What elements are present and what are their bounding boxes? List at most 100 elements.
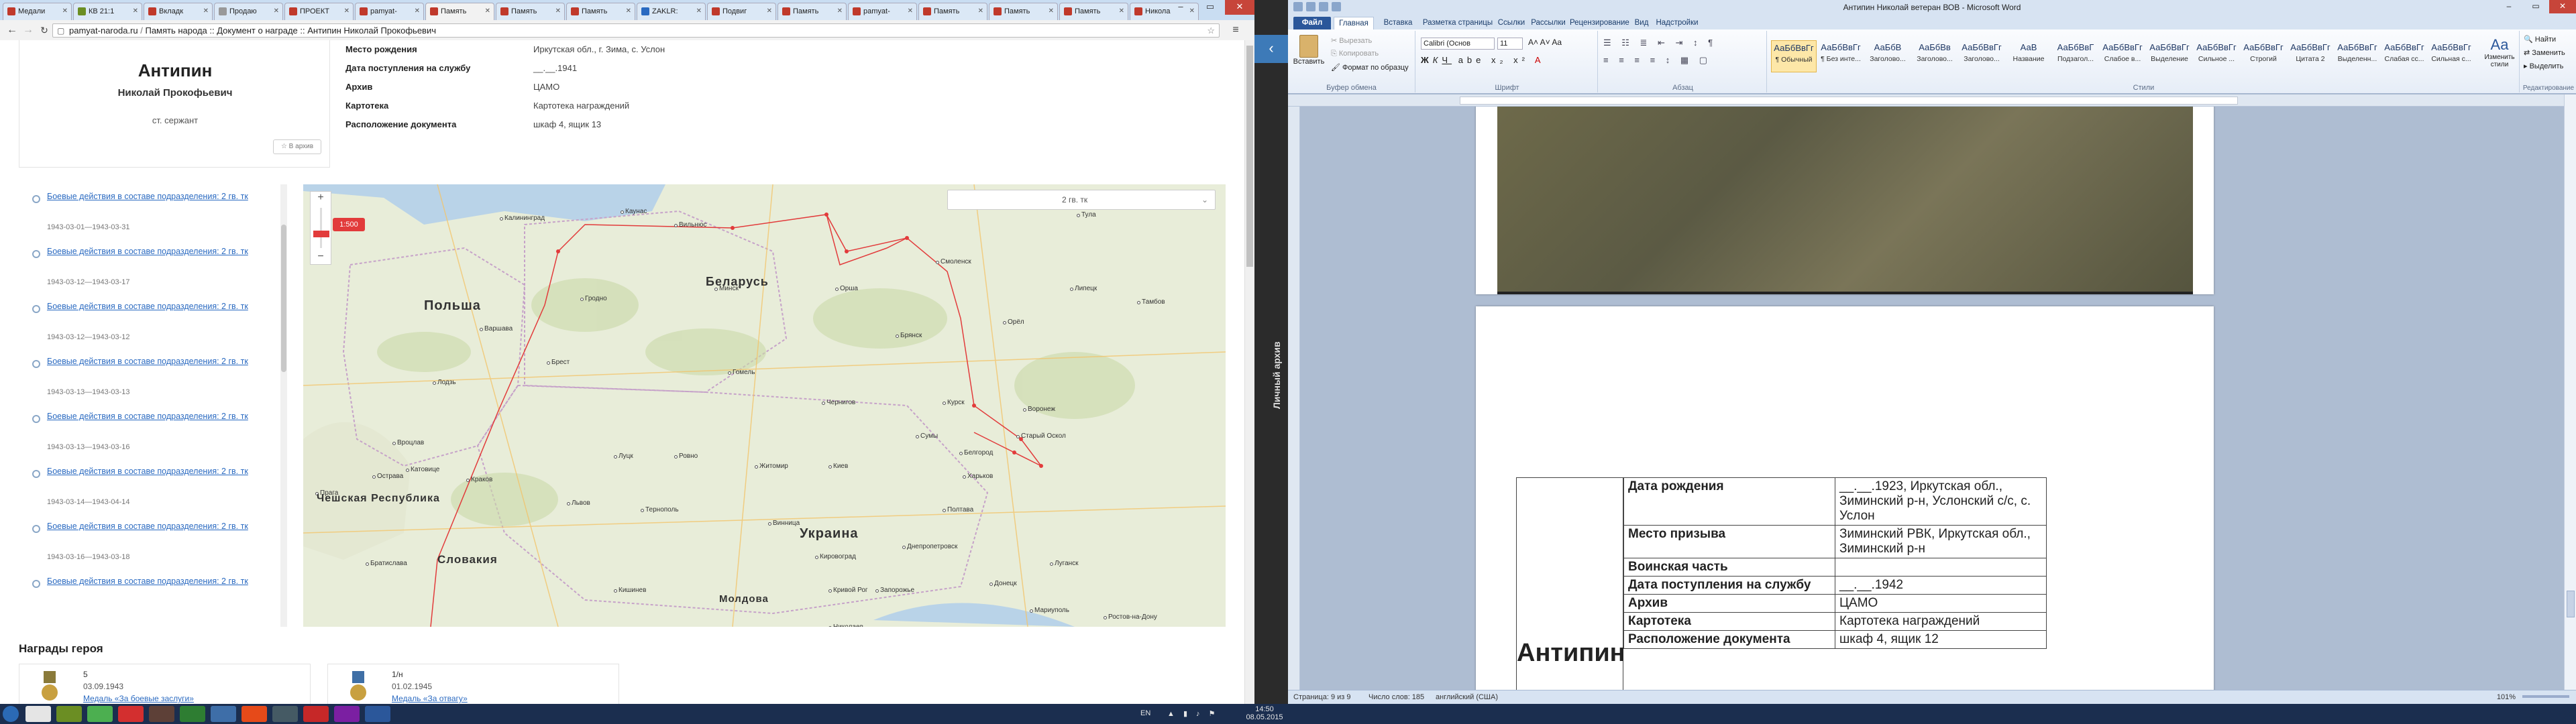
event-link[interactable]: Боевые действия в составе подразделения:… (47, 466, 275, 477)
field-value[interactable]: ЦАМО (1835, 594, 2047, 613)
excel-icon[interactable] (180, 706, 205, 722)
style-item[interactable]: АаБбВвГг Сильная с... (2428, 40, 2474, 72)
paste-button[interactable]: Вставить (1292, 35, 1326, 66)
font-size-select[interactable]: 11 (1497, 38, 1523, 50)
chrome-icon[interactable] (87, 706, 113, 722)
close-tab-icon[interactable]: ✕ (978, 3, 983, 19)
explorer-icon[interactable] (25, 706, 51, 722)
event-link[interactable]: Боевые действия в составе подразделения:… (47, 521, 275, 532)
close-tab-icon[interactable]: ✕ (626, 3, 631, 19)
close-tab-icon[interactable]: ✕ (696, 3, 702, 19)
unit-filter-select[interactable]: 2 гв. тк ⌄ (947, 190, 1216, 210)
browser-tab[interactable]: Память ✕ (989, 3, 1058, 20)
media-icon[interactable] (56, 706, 82, 722)
list-buttons[interactable]: ☰ ☷ ≣ ⇤ ⇥ ↕ ¶ (1603, 38, 1717, 48)
forward-icon[interactable]: → (21, 24, 35, 36)
page-count[interactable]: Страница: 9 из 9 (1293, 690, 1351, 704)
style-item[interactable]: АаБбВв Заголово... (1912, 40, 1957, 72)
style-item[interactable]: АаБбВвГг Строгий (2241, 40, 2286, 72)
archive-button[interactable]: ☆ В архив (273, 139, 321, 154)
style-item[interactable]: АаБбВвГг ¶ Обычный (1771, 40, 1817, 72)
close-tab-icon[interactable]: ✕ (555, 3, 561, 19)
award-link[interactable]: Медаль «За отвагу» (392, 694, 468, 703)
browser-tab[interactable]: Подвиг ✕ (707, 3, 776, 20)
ribbon-tab[interactable]: Рассылки (1529, 17, 1567, 29)
word-scrollbar[interactable] (2564, 95, 2576, 690)
close-tab-icon[interactable]: ✕ (203, 3, 209, 19)
minimize-button[interactable]: – (1166, 0, 1195, 15)
browser-tab[interactable]: Память ✕ (918, 3, 987, 20)
close-tab-icon[interactable]: ✕ (415, 3, 420, 19)
close-tab-icon[interactable]: ✕ (274, 3, 279, 19)
word-maximize-button[interactable]: ▭ (2522, 0, 2549, 13)
format-painter-button[interactable]: 🖌 Формат по образцу (1331, 63, 1409, 72)
field-value[interactable]: шкаф 4, ящик 12 (1835, 630, 2047, 649)
map-pin-icon[interactable] (32, 360, 40, 368)
close-tab-icon[interactable]: ✕ (1049, 3, 1054, 19)
style-item[interactable]: АаВ Название (2006, 40, 2051, 72)
field-value[interactable]: __.__.1942 (1835, 576, 2047, 595)
map-pin-icon[interactable] (32, 580, 40, 588)
clock[interactable]: 14:50 08.05.2015 (1244, 705, 1285, 721)
style-item[interactable]: АаБбВвГг Выделение (2147, 40, 2192, 72)
browser-tab[interactable]: Продаю ✕ (214, 3, 283, 20)
event-link[interactable]: Боевые действия в составе подразделения:… (47, 411, 275, 422)
font-format-buttons[interactable]: ЖКЧ abe x₂ x² A (1421, 55, 1545, 65)
style-item[interactable]: АаБбВвГг ¶ Без инте... (1818, 40, 1864, 72)
browser-tab[interactable]: Память ✕ (1059, 3, 1128, 20)
menu-icon[interactable]: ≡ (1229, 24, 1242, 36)
map-pin-icon[interactable] (32, 470, 40, 478)
close-tab-icon[interactable]: ✕ (908, 3, 913, 19)
horizontal-ruler[interactable] (1288, 95, 2576, 107)
event-link[interactable]: Боевые действия в составе подразделения:… (47, 576, 275, 587)
ribbon-tab[interactable]: Рецензирование (1570, 17, 1629, 29)
word-icon[interactable] (365, 706, 390, 722)
ribbon-tab[interactable]: Файл (1293, 17, 1331, 29)
find-button[interactable]: 🔍 Найти (2524, 35, 2556, 44)
word-close-button[interactable]: ✕ (2549, 0, 2576, 13)
browser-tab[interactable]: ZAKLR: ✕ (637, 3, 706, 20)
event-link[interactable]: Боевые действия в составе подразделения:… (47, 356, 275, 367)
style-item[interactable]: АаБбВвГг Сильное ... (2194, 40, 2239, 72)
browser-tab[interactable]: ПРОЕКТ ✕ (284, 3, 354, 20)
browser-tab[interactable]: КВ 21:1 ✕ (73, 3, 142, 20)
ribbon-tab[interactable]: Главная (1334, 17, 1374, 29)
map-pin-icon[interactable] (32, 525, 40, 533)
browser-tab[interactable]: pamyat- ✕ (355, 3, 424, 20)
map-pin-icon[interactable] (32, 250, 40, 258)
ribbon-tab[interactable]: Надстройки (1656, 17, 1699, 29)
zoom-in-icon[interactable]: + (311, 192, 331, 204)
style-item[interactable]: АаБбВвГг Цитата 2 (2288, 40, 2333, 72)
style-item[interactable]: АаБбВ Заголово... (1865, 40, 1911, 72)
change-styles-button[interactable]: Aa Изменить стили (2481, 36, 2518, 68)
start-button[interactable] (3, 706, 19, 722)
yandex-icon[interactable] (118, 706, 144, 722)
zoom-slider[interactable] (2522, 695, 2569, 698)
style-item[interactable]: АаБбВвГг Слабое в... (2100, 40, 2145, 72)
app-icon[interactable] (241, 706, 267, 722)
collapse-arrow-icon[interactable]: ‹ (1254, 35, 1288, 63)
copy-button[interactable]: ⎘ Копировать (1331, 50, 1379, 58)
quick-access-toolbar[interactable] (1293, 2, 1341, 11)
ribbon-tab[interactable]: Разметка страницы (1422, 17, 1493, 29)
zoom-out-icon[interactable]: − (311, 251, 331, 263)
maximize-button[interactable]: ▭ (1195, 0, 1225, 15)
star-icon[interactable]: ☆ (1207, 24, 1215, 37)
app-icon[interactable] (211, 706, 236, 722)
close-button[interactable]: ✕ (1225, 0, 1254, 15)
close-tab-icon[interactable]: ✕ (344, 3, 350, 19)
word-minimize-button[interactable]: – (2496, 0, 2522, 13)
close-tab-icon[interactable]: ✕ (485, 3, 490, 19)
event-link[interactable]: Боевые действия в составе подразделения:… (47, 246, 275, 257)
browser-tab[interactable]: Вкладк ✕ (144, 3, 213, 20)
events-scrollbar[interactable] (280, 184, 287, 627)
close-tab-icon[interactable]: ✕ (133, 3, 138, 19)
app-icon[interactable] (334, 706, 360, 722)
address-bar[interactable]: ▢ pamyat-naroda.ru / Память народа :: До… (52, 23, 1220, 38)
ribbon-tab[interactable]: Ссылки (1496, 17, 1527, 29)
browser-tab[interactable]: Память ✕ (566, 3, 635, 20)
close-tab-icon[interactable]: ✕ (837, 3, 843, 19)
align-buttons[interactable]: ≡ ≡ ≡ ≡ ↕ ▦ ▢ (1603, 55, 1711, 66)
language-indicator[interactable]: английский (США) (1436, 690, 1498, 704)
style-item[interactable]: АаБбВвГг Слабая сс... (2381, 40, 2427, 72)
